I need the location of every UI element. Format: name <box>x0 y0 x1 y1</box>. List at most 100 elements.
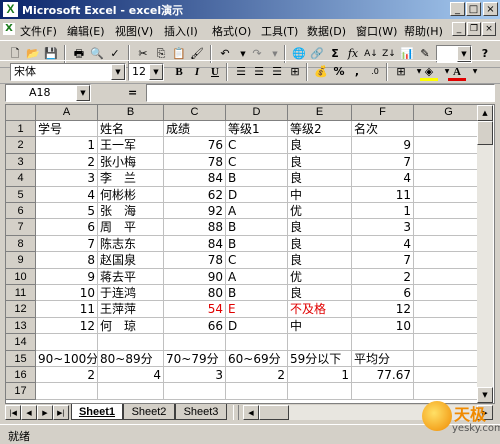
doc-restore-button[interactable]: ❐ <box>467 22 481 36</box>
cell-f3[interactable]: 7 <box>352 153 414 171</box>
column-header-b[interactable]: B <box>98 105 164 121</box>
cell-e4[interactable]: 良 <box>288 170 352 187</box>
cell-b4[interactable]: 李 兰 <box>98 170 164 187</box>
cell-c4[interactable]: 84 <box>164 170 226 187</box>
cell-f14[interactable] <box>352 334 414 351</box>
cell-c3[interactable]: 78 <box>164 153 226 171</box>
cell-b12[interactable]: 王萍萍 <box>98 301 164 318</box>
minimize-button[interactable]: _ <box>450 2 465 16</box>
h-scroll-thumb[interactable] <box>259 405 289 420</box>
maximize-button[interactable]: □ <box>466 2 481 16</box>
cell-b6[interactable]: 张 海 <box>98 203 164 220</box>
merge-center-icon[interactable]: ⊞ <box>286 63 304 81</box>
cell-c11[interactable]: 80 <box>164 285 226 302</box>
font-color-icon[interactable]: A <box>448 63 466 81</box>
cell-a15[interactable]: 90~100分 <box>36 350 98 367</box>
cell-d8[interactable]: B <box>226 235 288 253</box>
cell-c10[interactable]: 90 <box>164 268 226 285</box>
cell-f6[interactable]: 1 <box>352 203 414 220</box>
menu-edit[interactable]: 编辑(E) <box>67 23 105 39</box>
percent-icon[interactable]: % <box>330 63 348 81</box>
scroll-thumb[interactable] <box>477 121 493 145</box>
row-header[interactable]: 8 <box>6 235 36 253</box>
cell-g3[interactable] <box>414 153 484 171</box>
column-header-f[interactable]: F <box>352 105 414 121</box>
vertical-scrollbar[interactable]: ▲ ▼ <box>477 105 493 403</box>
cell-e14[interactable] <box>288 334 352 351</box>
cell-c12[interactable]: 54 <box>164 301 226 318</box>
cell-e1[interactable]: 等级2 <box>288 121 352 138</box>
row-header[interactable]: 5 <box>6 186 36 203</box>
row-header[interactable]: 9 <box>6 252 36 269</box>
cell-b5[interactable]: 何彬彬 <box>98 186 164 203</box>
cell-g5[interactable] <box>414 186 484 203</box>
cell-f12[interactable]: 12 <box>352 301 414 318</box>
cell-e3[interactable]: 良 <box>288 153 352 171</box>
chevron-down-icon[interactable]: ▼ <box>76 85 90 101</box>
cell-g1[interactable] <box>414 121 484 138</box>
chevron-down-icon[interactable]: ▼ <box>111 64 125 80</box>
row-header[interactable]: 13 <box>6 317 36 335</box>
row-header[interactable]: 10 <box>6 268 36 285</box>
formula-equals-sign[interactable]: = <box>128 86 137 99</box>
scroll-left-icon[interactable]: ◀ <box>243 405 259 420</box>
first-sheet-icon[interactable]: |◀ <box>5 405 21 420</box>
row-header[interactable]: 11 <box>6 285 36 302</box>
cell-d10[interactable]: A <box>226 268 288 285</box>
row-header[interactable]: 2 <box>6 137 36 154</box>
italic-icon[interactable]: I <box>188 63 206 81</box>
cell-c14[interactable] <box>164 334 226 351</box>
column-header-a[interactable]: A <box>36 105 98 121</box>
cell-d4[interactable]: B <box>226 170 288 187</box>
doc-minimize-button[interactable]: _ <box>452 22 466 36</box>
cell-e8[interactable]: 良 <box>288 235 352 253</box>
cell-d17[interactable] <box>226 383 288 400</box>
cell-d16[interactable]: 2 <box>226 367 288 384</box>
cell-c17[interactable] <box>164 383 226 400</box>
cell-f7[interactable]: 3 <box>352 219 414 236</box>
cell-g16[interactable] <box>414 367 484 384</box>
cell-f1[interactable]: 名次 <box>352 121 414 138</box>
cell-b8[interactable]: 陈志东 <box>98 235 164 253</box>
row-header[interactable]: 15 <box>6 350 36 367</box>
cell-e7[interactable]: 良 <box>288 219 352 236</box>
cell-b11[interactable]: 于连鸿 <box>98 285 164 302</box>
cell-d2[interactable]: C <box>226 137 288 154</box>
cell-e9[interactable]: 良 <box>288 252 352 269</box>
cell-a8[interactable]: 7 <box>36 235 98 253</box>
chevron-down-icon[interactable]: ▼ <box>149 64 163 80</box>
cell-a9[interactable]: 8 <box>36 252 98 269</box>
cell-e13[interactable]: 中 <box>288 317 352 335</box>
sheet-tab-2[interactable]: Sheet2 <box>123 404 175 420</box>
cell-f13[interactable]: 10 <box>352 317 414 335</box>
select-all-corner[interactable] <box>6 105 36 121</box>
cell-a14[interactable] <box>36 334 98 351</box>
cell-g4[interactable] <box>414 170 484 187</box>
cell-a3[interactable]: 2 <box>36 153 98 171</box>
cell-c5[interactable]: 62 <box>164 186 226 203</box>
row-header[interactable]: 4 <box>6 170 36 187</box>
cell-a4[interactable]: 3 <box>36 170 98 187</box>
cell-a11[interactable]: 10 <box>36 285 98 302</box>
cell-a6[interactable]: 5 <box>36 203 98 220</box>
close-button[interactable]: × <box>483 2 498 16</box>
cell-a16[interactable]: 2 <box>36 367 98 384</box>
cell-b1[interactable]: 姓名 <box>98 121 164 138</box>
cell-g9[interactable] <box>414 252 484 269</box>
cell-c9[interactable]: 78 <box>164 252 226 269</box>
cell-d5[interactable]: D <box>226 186 288 203</box>
cell-a7[interactable]: 6 <box>36 219 98 236</box>
column-header-g[interactable]: G <box>414 105 484 121</box>
cell-d9[interactable]: C <box>226 252 288 269</box>
row-header[interactable]: 6 <box>6 203 36 220</box>
doc-close-button[interactable]: × <box>482 22 496 36</box>
cell-a12[interactable]: 11 <box>36 301 98 318</box>
cell-c7[interactable]: 88 <box>164 219 226 236</box>
cell-a13[interactable]: 12 <box>36 317 98 335</box>
cell-e12[interactable]: 不及格 <box>288 301 352 318</box>
cell-e5[interactable]: 中 <box>288 186 352 203</box>
font-size-select[interactable]: 12 ▼ <box>128 63 164 81</box>
cell-b13[interactable]: 何 琼 <box>98 317 164 335</box>
formula-input[interactable] <box>146 84 495 102</box>
cell-d1[interactable]: 等级1 <box>226 121 288 138</box>
